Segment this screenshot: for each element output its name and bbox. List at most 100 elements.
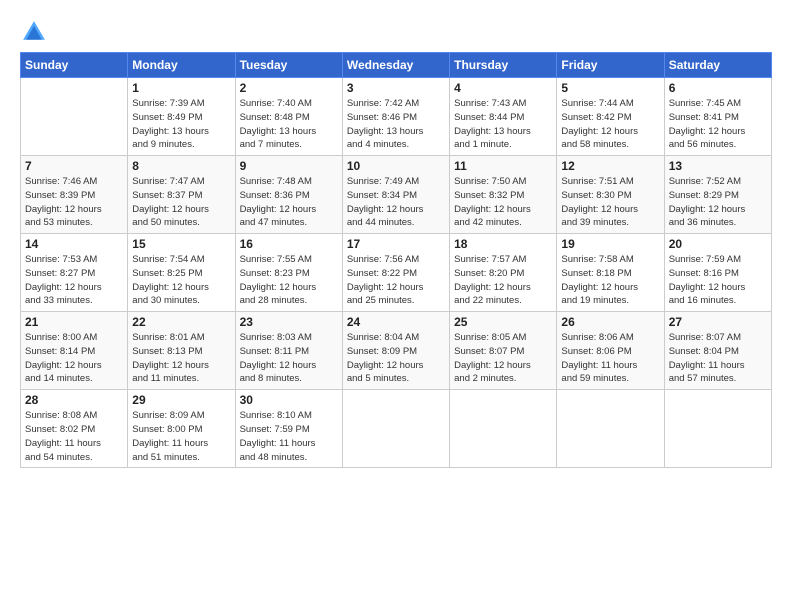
day-number: 30 bbox=[240, 393, 338, 407]
calendar-cell: 11 Sunrise: 7:50 AM Sunset: 8:32 PM Dayli… bbox=[450, 156, 557, 234]
day-info: Sunrise: 7:52 AM Sunset: 8:29 PM Dayligh… bbox=[669, 175, 767, 230]
day-number: 2 bbox=[240, 81, 338, 95]
day-number: 26 bbox=[561, 315, 659, 329]
day-info: Sunrise: 7:50 AM Sunset: 8:32 PM Dayligh… bbox=[454, 175, 552, 230]
day-info: Sunrise: 7:58 AM Sunset: 8:18 PM Dayligh… bbox=[561, 253, 659, 308]
calendar-cell: 5 Sunrise: 7:44 AM Sunset: 8:42 PM Daylig… bbox=[557, 78, 664, 156]
day-info: Sunrise: 8:01 AM Sunset: 8:13 PM Dayligh… bbox=[132, 331, 230, 386]
day-info: Sunrise: 7:46 AM Sunset: 8:39 PM Dayligh… bbox=[25, 175, 123, 230]
day-info: Sunrise: 7:39 AM Sunset: 8:49 PM Dayligh… bbox=[132, 97, 230, 152]
calendar-cell bbox=[557, 390, 664, 468]
weekday-header-row: SundayMondayTuesdayWednesdayThursdayFrid… bbox=[21, 53, 772, 78]
calendar-week-row: 28 Sunrise: 8:08 AM Sunset: 8:02 PM Dayli… bbox=[21, 390, 772, 468]
page: SundayMondayTuesdayWednesdayThursdayFrid… bbox=[0, 0, 792, 612]
calendar-cell bbox=[21, 78, 128, 156]
calendar-cell: 2 Sunrise: 7:40 AM Sunset: 8:48 PM Daylig… bbox=[235, 78, 342, 156]
calendar-cell bbox=[664, 390, 771, 468]
calendar-cell: 9 Sunrise: 7:48 AM Sunset: 8:36 PM Daylig… bbox=[235, 156, 342, 234]
day-number: 4 bbox=[454, 81, 552, 95]
weekday-header-monday: Monday bbox=[128, 53, 235, 78]
day-number: 29 bbox=[132, 393, 230, 407]
weekday-header-thursday: Thursday bbox=[450, 53, 557, 78]
day-info: Sunrise: 8:06 AM Sunset: 8:06 PM Dayligh… bbox=[561, 331, 659, 386]
day-info: Sunrise: 7:45 AM Sunset: 8:41 PM Dayligh… bbox=[669, 97, 767, 152]
calendar-cell: 26 Sunrise: 8:06 AM Sunset: 8:06 PM Dayli… bbox=[557, 312, 664, 390]
day-info: Sunrise: 8:09 AM Sunset: 8:00 PM Dayligh… bbox=[132, 409, 230, 464]
day-info: Sunrise: 8:04 AM Sunset: 8:09 PM Dayligh… bbox=[347, 331, 445, 386]
day-info: Sunrise: 8:05 AM Sunset: 8:07 PM Dayligh… bbox=[454, 331, 552, 386]
day-info: Sunrise: 7:59 AM Sunset: 8:16 PM Dayligh… bbox=[669, 253, 767, 308]
day-info: Sunrise: 8:10 AM Sunset: 7:59 PM Dayligh… bbox=[240, 409, 338, 464]
day-number: 15 bbox=[132, 237, 230, 251]
day-info: Sunrise: 8:08 AM Sunset: 8:02 PM Dayligh… bbox=[25, 409, 123, 464]
day-info: Sunrise: 7:42 AM Sunset: 8:46 PM Dayligh… bbox=[347, 97, 445, 152]
logo-icon bbox=[20, 18, 48, 46]
calendar-cell: 1Sunrise: 7:39 AM Sunset: 8:49 PM Daylig… bbox=[128, 78, 235, 156]
calendar-week-row: 14 Sunrise: 7:53 AM Sunset: 8:27 PM Dayli… bbox=[21, 234, 772, 312]
day-info: Sunrise: 7:55 AM Sunset: 8:23 PM Dayligh… bbox=[240, 253, 338, 308]
day-info: Sunrise: 7:47 AM Sunset: 8:37 PM Dayligh… bbox=[132, 175, 230, 230]
day-number: 6 bbox=[669, 81, 767, 95]
calendar-cell: 10Sunrise: 7:49 AM Sunset: 8:34 PM Dayli… bbox=[342, 156, 449, 234]
day-info: Sunrise: 7:53 AM Sunset: 8:27 PM Dayligh… bbox=[25, 253, 123, 308]
weekday-header-sunday: Sunday bbox=[21, 53, 128, 78]
calendar-cell: 23 Sunrise: 8:03 AM Sunset: 8:11 PM Dayli… bbox=[235, 312, 342, 390]
day-number: 14 bbox=[25, 237, 123, 251]
day-number: 27 bbox=[669, 315, 767, 329]
day-number: 11 bbox=[454, 159, 552, 173]
calendar-cell: 16 Sunrise: 7:55 AM Sunset: 8:23 PM Dayli… bbox=[235, 234, 342, 312]
day-info: Sunrise: 7:49 AM Sunset: 8:34 PM Dayligh… bbox=[347, 175, 445, 230]
day-number: 25 bbox=[454, 315, 552, 329]
weekday-header-tuesday: Tuesday bbox=[235, 53, 342, 78]
calendar-cell: 18 Sunrise: 7:57 AM Sunset: 8:20 PM Dayli… bbox=[450, 234, 557, 312]
day-number: 28 bbox=[25, 393, 123, 407]
calendar-cell bbox=[342, 390, 449, 468]
day-info: Sunrise: 7:43 AM Sunset: 8:44 PM Dayligh… bbox=[454, 97, 552, 152]
day-info: Sunrise: 7:57 AM Sunset: 8:20 PM Dayligh… bbox=[454, 253, 552, 308]
day-info: Sunrise: 7:56 AM Sunset: 8:22 PM Dayligh… bbox=[347, 253, 445, 308]
calendar-table: SundayMondayTuesdayWednesdayThursdayFrid… bbox=[20, 52, 772, 468]
calendar-cell: 21 Sunrise: 8:00 AM Sunset: 8:14 PM Dayli… bbox=[21, 312, 128, 390]
day-info: Sunrise: 7:51 AM Sunset: 8:30 PM Dayligh… bbox=[561, 175, 659, 230]
day-number: 5 bbox=[561, 81, 659, 95]
calendar-cell: 4 Sunrise: 7:43 AM Sunset: 8:44 PM Daylig… bbox=[450, 78, 557, 156]
day-info: Sunrise: 7:48 AM Sunset: 8:36 PM Dayligh… bbox=[240, 175, 338, 230]
day-info: Sunrise: 8:03 AM Sunset: 8:11 PM Dayligh… bbox=[240, 331, 338, 386]
day-number: 24 bbox=[347, 315, 445, 329]
day-number: 22 bbox=[132, 315, 230, 329]
calendar-cell: 15 Sunrise: 7:54 AM Sunset: 8:25 PM Dayli… bbox=[128, 234, 235, 312]
day-number: 20 bbox=[669, 237, 767, 251]
day-number: 7 bbox=[25, 159, 123, 173]
calendar-cell: 25 Sunrise: 8:05 AM Sunset: 8:07 PM Dayli… bbox=[450, 312, 557, 390]
calendar-cell: 29 Sunrise: 8:09 AM Sunset: 8:00 PM Dayli… bbox=[128, 390, 235, 468]
day-number: 18 bbox=[454, 237, 552, 251]
calendar-cell: 12Sunrise: 7:51 AM Sunset: 8:30 PM Dayli… bbox=[557, 156, 664, 234]
day-number: 3 bbox=[347, 81, 445, 95]
day-number: 16 bbox=[240, 237, 338, 251]
calendar-cell: 6 Sunrise: 7:45 AM Sunset: 8:41 PM Daylig… bbox=[664, 78, 771, 156]
day-number: 13 bbox=[669, 159, 767, 173]
calendar-week-row: 1Sunrise: 7:39 AM Sunset: 8:49 PM Daylig… bbox=[21, 78, 772, 156]
day-info: Sunrise: 7:54 AM Sunset: 8:25 PM Dayligh… bbox=[132, 253, 230, 308]
calendar-cell: 24 Sunrise: 8:04 AM Sunset: 8:09 PM Dayli… bbox=[342, 312, 449, 390]
day-number: 8 bbox=[132, 159, 230, 173]
calendar-cell: 8 Sunrise: 7:47 AM Sunset: 8:37 PM Daylig… bbox=[128, 156, 235, 234]
calendar-cell: 19Sunrise: 7:58 AM Sunset: 8:18 PM Dayli… bbox=[557, 234, 664, 312]
calendar-cell: 13 Sunrise: 7:52 AM Sunset: 8:29 PM Dayli… bbox=[664, 156, 771, 234]
day-number: 21 bbox=[25, 315, 123, 329]
day-number: 9 bbox=[240, 159, 338, 173]
day-number: 17 bbox=[347, 237, 445, 251]
calendar-cell: 27Sunrise: 8:07 AM Sunset: 8:04 PM Dayli… bbox=[664, 312, 771, 390]
weekday-header-saturday: Saturday bbox=[664, 53, 771, 78]
calendar-cell: 14 Sunrise: 7:53 AM Sunset: 8:27 PM Dayli… bbox=[21, 234, 128, 312]
day-info: Sunrise: 8:00 AM Sunset: 8:14 PM Dayligh… bbox=[25, 331, 123, 386]
day-number: 23 bbox=[240, 315, 338, 329]
day-info: Sunrise: 7:40 AM Sunset: 8:48 PM Dayligh… bbox=[240, 97, 338, 152]
day-info: Sunrise: 7:44 AM Sunset: 8:42 PM Dayligh… bbox=[561, 97, 659, 152]
logo bbox=[20, 18, 52, 46]
calendar-cell: 22 Sunrise: 8:01 AM Sunset: 8:13 PM Dayli… bbox=[128, 312, 235, 390]
calendar-cell: 17 Sunrise: 7:56 AM Sunset: 8:22 PM Dayli… bbox=[342, 234, 449, 312]
calendar-cell: 3 Sunrise: 7:42 AM Sunset: 8:46 PM Daylig… bbox=[342, 78, 449, 156]
calendar-cell: 30 Sunrise: 8:10 AM Sunset: 7:59 PM Dayli… bbox=[235, 390, 342, 468]
weekday-header-friday: Friday bbox=[557, 53, 664, 78]
